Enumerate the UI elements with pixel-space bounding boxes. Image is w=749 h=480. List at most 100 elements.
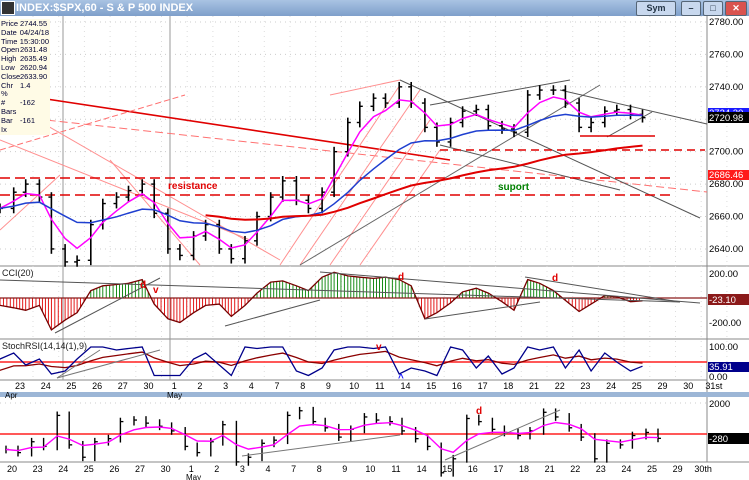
info-row: Chr % 1.4 [1,81,49,100]
bottom-trendlines [241,409,561,461]
x-axis-bottom: 20 23 24 25 26 27 30 1 2 3 4 7 8 9 10 11 14 15 16 17 18 21 22 2… [7,464,712,480]
info-key: # Bars [1,98,17,116]
x-tick-label: 14 [417,464,427,474]
breadth-bar [389,416,393,426]
x-tick-label: 31st [705,381,723,391]
x-tick-label: 20 [7,464,17,474]
breadth-bar [56,411,61,451]
x-tick-label: 2 [197,381,202,391]
x-axis-top: 23 24 25 26 27 30 1 2 3 4 7 8 9 10 11 14 15 16 17 18 21 22 23 2… [5,381,723,400]
breadth-bar [94,437,98,462]
minimize-button[interactable]: – [681,1,701,16]
x-tick-label: 30th [694,464,712,474]
cci-trendlines [0,271,701,334]
breadth-bar [363,413,368,434]
x-tick-label: 16 [452,381,462,391]
x-tick-label: 18 [503,381,513,391]
x-month-label: May [167,391,182,400]
x-tick-label: 27 [118,381,128,391]
price-axis: 2780.002760.002740.002720.002700.002680.… [709,17,743,255]
x-tick-label: 30 [143,381,153,391]
x-tick-label: 25 [647,464,657,474]
x-tick-label: 29 [673,464,683,474]
x-tick-label: 14 [400,381,410,391]
x-tick-label: 3 [240,464,245,474]
breadth-bar [261,439,265,462]
resistance-label: resistance [168,181,218,192]
chart-area[interactable]: resistance suport 2780.00 2760.00 2740.00 2… [0,16,749,480]
close-button[interactable]: ✕ [725,1,747,16]
sym-button[interactable]: Sym [636,1,676,16]
breadth-bar [196,442,201,457]
maximize-button[interactable]: □ [703,1,723,16]
x-tick-label: 23 [33,464,43,474]
app-icon [1,1,15,15]
x-tick-label: 23 [15,381,25,391]
info-row: Bar Ix -161 [1,115,49,135]
bottom-tick-2000: 2000 [709,399,730,410]
breadth-bar [68,411,73,449]
breadth-bar [594,433,598,463]
price-tick-label: 2760.00 [709,49,743,60]
x-tick-label: 21 [545,464,555,474]
x-tick-label: 22 [570,464,580,474]
breadth-bar [235,420,240,466]
x-tick-label: 23 [596,464,606,474]
breadth-bar [606,439,610,463]
cci-tick-minus-200: -200.00 [709,318,741,329]
breadth-bar [657,428,661,443]
x-tick-label: 26 [92,381,102,391]
x-tick-label: 25 [84,464,94,474]
x-tick-label: 29 [657,381,667,391]
x-tick-label: 18 [519,464,529,474]
stoch-marker-v: v [376,342,382,353]
cci-divergence-d: d [552,273,558,284]
price-tick-label: 2780.00 [709,17,743,28]
support-label: suport [498,182,530,193]
cci-marker-v: v [153,285,159,296]
breadth-bar [338,423,342,441]
x-tick-label: 25 [66,381,76,391]
stochrsi-title: StochRSI(14,14(1),9) [2,341,87,351]
price-tick-label: 2700.00 [709,147,743,158]
x-tick-label: 15 [426,381,436,391]
breadth-bar [491,417,496,434]
price-tick-label: 2660.00 [709,212,743,223]
cci-series [0,271,707,331]
bottom-last-label: -280 [709,434,728,445]
x-tick-label: 22 [555,381,565,391]
x-tick-label: 24 [41,381,51,391]
x-tick-label: 17 [493,464,503,474]
red-ma-last-label: 2686.46 [709,170,743,181]
x-tick-label: 17 [478,381,488,391]
x-tick-label: 24 [621,464,631,474]
x-tick-label: 7 [274,381,279,391]
info-value: -161 [20,115,36,125]
x-month-label: May [186,473,201,480]
bottom-divergence-d: d [476,406,482,417]
cci-tick-200: 200.00 [709,269,738,280]
x-tick-label: 30 [161,464,171,474]
breadth-bar [145,416,149,428]
breadth-ma-line [5,421,659,454]
cci-last-label: -23.10 [709,295,736,306]
window-separator [0,392,749,397]
breadth-bar [133,416,137,426]
x-tick-label: 8 [317,464,322,474]
x-tick-label: 30 [683,381,693,391]
x-tick-label: 11 [391,464,400,474]
x-tick-label: 25 [632,381,642,391]
x-tick-label: 26 [109,464,119,474]
breadth-bar [542,408,547,435]
breadth-bar [82,440,86,462]
x-tick-label: 3 [223,381,228,391]
info-row: # Bars -162 [1,98,49,117]
breadth-bar [312,406,317,426]
x-tick-label: 9 [326,381,331,391]
breadth-bar [324,417,329,432]
breadth-bar [286,411,291,445]
breadth-bar [568,413,573,432]
x-tick-label: 4 [265,464,270,474]
x-month-label: Apr [5,391,18,400]
x-tick-label: 27 [135,464,145,474]
